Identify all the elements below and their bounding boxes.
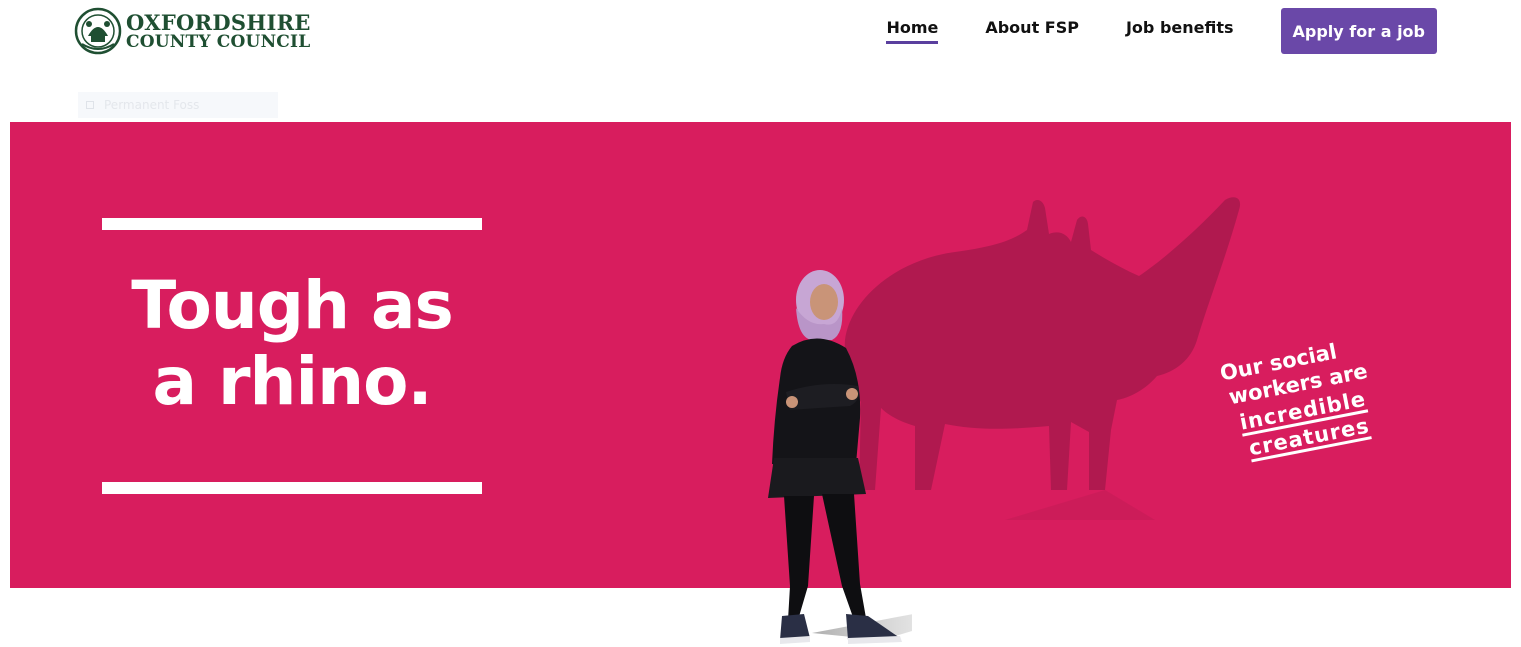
breadcrumb-home-icon [86,101,94,109]
nav-home[interactable]: Home [886,18,939,44]
logo-line-2: COUNTY COUNCIL [126,31,311,52]
headline-rule-top [102,218,482,230]
breadcrumb-label: Permanent Foss [104,98,200,112]
council-logo[interactable]: OXFORDSHIRE COUNTY COUNCIL [74,6,311,56]
logo-line-1: OXFORDSHIRE [126,9,311,35]
headline-rule-bottom [102,482,482,494]
social-worker-photo [768,270,912,644]
nav-about-fsp[interactable]: About FSP [985,18,1079,44]
council-crest-icon [74,7,122,55]
main-nav: Home About FSP Job benefits Apply for a … [839,0,1437,62]
page: OXFORDSHIRE COUNTY COUNCIL Home About FS… [0,0,1521,647]
nav-job-benefits[interactable]: Job benefits [1126,18,1234,44]
hero-banner: Tough as a rhino. Our social workers are… [10,122,1511,588]
hero-headline-line-1: Tough as [131,267,454,344]
logo-text: OXFORDSHIRE COUNTY COUNCIL [126,12,311,51]
hero-headline: Tough as a rhino. [102,268,482,420]
breadcrumb[interactable]: Permanent Foss [78,92,278,118]
hero-headline-line-2: a rhino. [152,343,432,420]
apply-for-job-button[interactable]: Apply for a job [1280,8,1437,54]
